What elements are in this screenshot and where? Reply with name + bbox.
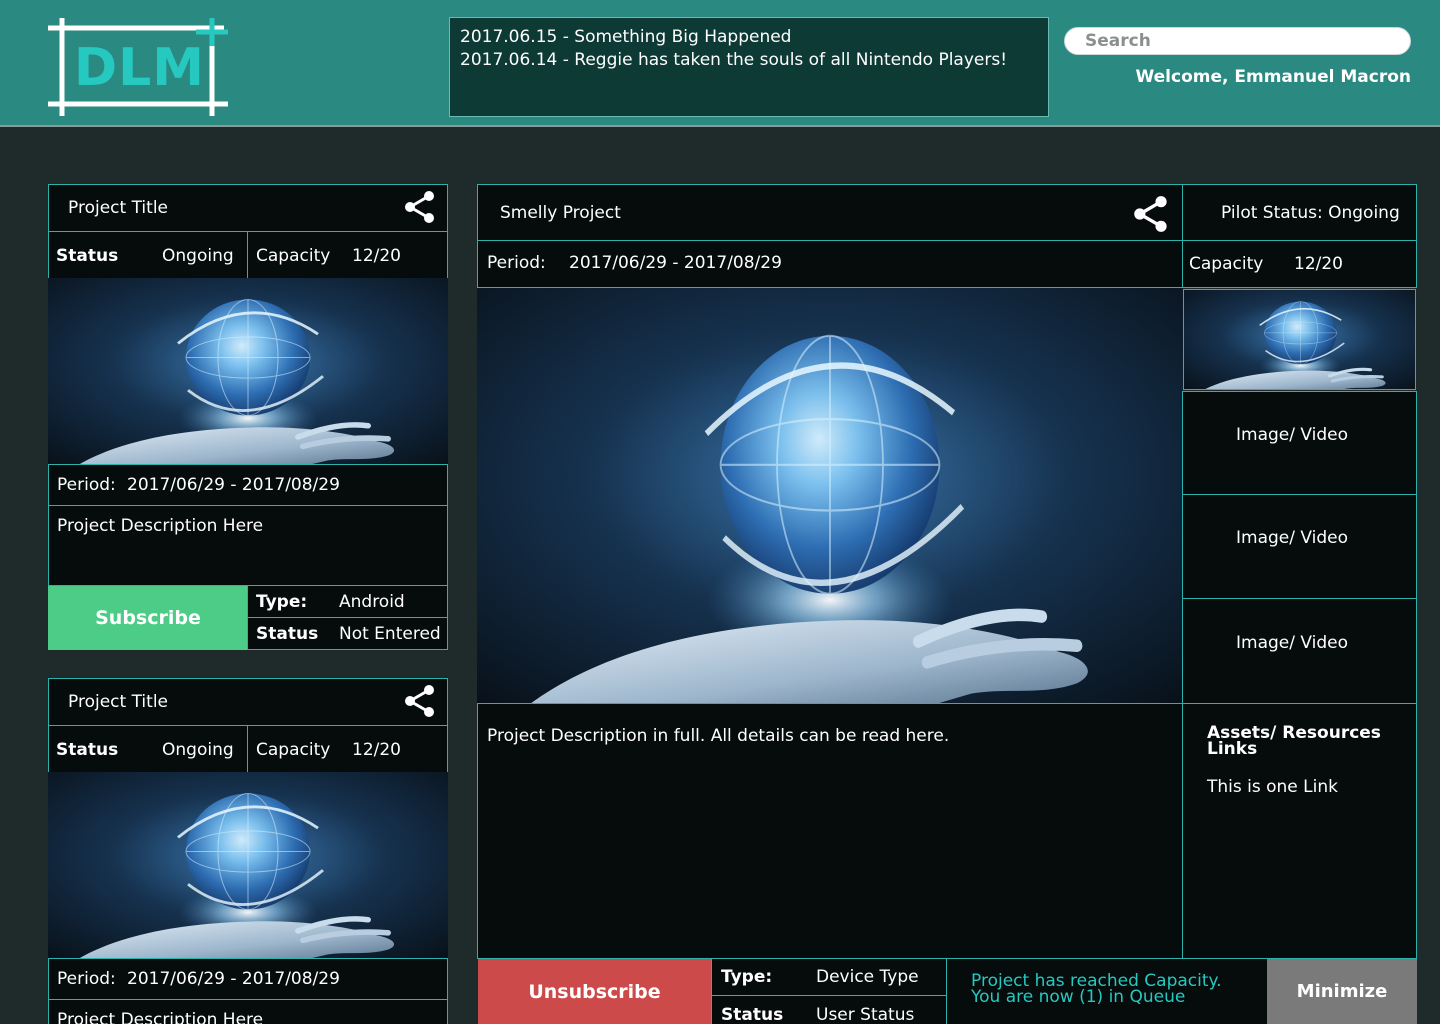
search-input[interactable] xyxy=(1064,27,1411,55)
status-cell: Status Ongoing xyxy=(48,725,248,773)
share-icon[interactable] xyxy=(1132,195,1170,233)
status-label: Status xyxy=(56,246,119,266)
queue-notice: Project has reached Capacity. You are no… xyxy=(946,958,1268,1024)
queue-line-2: You are now (1) in Queue xyxy=(971,987,1186,1007)
assets-title: Assets/ Resources Links xyxy=(1207,723,1381,759)
unsubscribe-button[interactable]: Unsubscribe xyxy=(478,959,711,1024)
media-slot[interactable]: Image/ Video xyxy=(1182,391,1417,495)
type-cell: Type: Android xyxy=(247,585,448,618)
capacity-cell: Capacity 12/20 xyxy=(247,231,448,279)
subscribe-button[interactable]: Subscribe xyxy=(48,586,248,650)
status-label: Status xyxy=(721,1005,784,1024)
capacity-label: Capacity xyxy=(256,740,331,760)
description-box: Project Description Here xyxy=(48,999,448,1024)
pilot-status-cell: Pilot Status: Ongoing xyxy=(1182,184,1417,241)
capacity-label: Capacity xyxy=(1189,254,1264,274)
description-text: Project Description Here xyxy=(57,516,264,536)
pilot-status: Pilot Status: Ongoing xyxy=(1221,203,1400,223)
media-slot[interactable]: Image/ Video xyxy=(1182,598,1417,704)
type-label: Type: xyxy=(256,592,308,612)
capacity-label: Capacity xyxy=(256,246,331,266)
logo-text: DLM xyxy=(74,38,206,98)
thumbnail-image[interactable] xyxy=(1183,289,1416,390)
assets-panel: Assets/ Resources Links This is one Link xyxy=(1182,703,1417,959)
project-image[interactable] xyxy=(48,278,448,465)
status-value: Ongoing xyxy=(162,246,234,266)
description-box: Project Description Here xyxy=(48,505,448,586)
type-value: Device Type xyxy=(816,967,919,987)
card-title-bar: Project Title xyxy=(48,678,448,726)
user-status-label: Status xyxy=(256,624,319,644)
capacity-value: 12/20 xyxy=(352,740,401,760)
project-image[interactable] xyxy=(48,772,448,959)
user-status-value: Not Entered xyxy=(339,624,441,644)
period-value: 2017/06/29 - 2017/08/29 xyxy=(127,969,340,989)
capacity-value: 12/20 xyxy=(1294,254,1343,274)
period-row: Period: 2017/06/29 - 2017/08/29 xyxy=(48,464,448,506)
assets-link[interactable]: This is one Link xyxy=(1207,777,1338,797)
share-icon[interactable] xyxy=(403,190,437,224)
user-status-cell: Status Not Entered xyxy=(247,617,448,650)
status-value: Ongoing xyxy=(162,740,234,760)
share-icon[interactable] xyxy=(403,684,437,718)
period-label: Period: xyxy=(487,253,546,273)
card-title: Project Title xyxy=(68,692,168,712)
type-cell: Type: Device Type xyxy=(711,958,947,996)
detail-title-bar: Smelly Project xyxy=(477,184,1183,241)
media-label: Image/ Video xyxy=(1236,633,1349,653)
detail-period-row: Period: 2017/06/29 - 2017/08/29 xyxy=(477,240,1183,288)
news-item[interactable]: 2017.06.15 - Something Big Happened xyxy=(460,26,1038,49)
type-value: Android xyxy=(339,592,405,612)
news-item[interactable]: 2017.06.14 - Reggie has taken the souls … xyxy=(460,49,1038,72)
type-label: Type: xyxy=(721,967,773,987)
status-cell: Status Ongoing xyxy=(48,231,248,279)
news-ticker: 2017.06.15 - Something Big Happened 2017… xyxy=(449,17,1049,117)
capacity-value: 12/20 xyxy=(352,246,401,266)
description-text: Project Description Here xyxy=(57,1010,264,1024)
detail-description: Project Description in full. All details… xyxy=(487,726,950,746)
detail-description-box: Project Description in full. All details… xyxy=(477,703,1183,959)
detail-capacity-cell: Capacity 12/20 xyxy=(1182,240,1417,288)
card-title: Project Title xyxy=(68,198,168,218)
minimize-button[interactable]: Minimize xyxy=(1267,959,1417,1024)
capacity-cell: Capacity 12/20 xyxy=(247,725,448,773)
media-label: Image/ Video xyxy=(1236,528,1349,548)
period-label: Period: xyxy=(57,969,116,989)
period-value: 2017/06/29 - 2017/08/29 xyxy=(127,475,340,495)
app-header: DLM 2017.06.15 - Something Big Happened … xyxy=(0,0,1440,127)
user-status-cell: Status User Status xyxy=(711,995,947,1024)
period-label: Period: xyxy=(57,475,116,495)
welcome-message: Welcome, Emmanuel Macron xyxy=(1135,67,1411,87)
card-title-bar: Project Title xyxy=(48,184,448,232)
status-value: User Status xyxy=(816,1005,915,1024)
media-slot[interactable]: Image/ Video xyxy=(1182,494,1417,599)
status-label: Status xyxy=(56,740,119,760)
period-row: Period: 2017/06/29 - 2017/08/29 xyxy=(48,958,448,1000)
detail-title: Smelly Project xyxy=(500,203,621,223)
period-value: 2017/06/29 - 2017/08/29 xyxy=(569,253,782,273)
media-label: Image/ Video xyxy=(1236,425,1349,445)
main-project-image[interactable] xyxy=(477,288,1183,704)
